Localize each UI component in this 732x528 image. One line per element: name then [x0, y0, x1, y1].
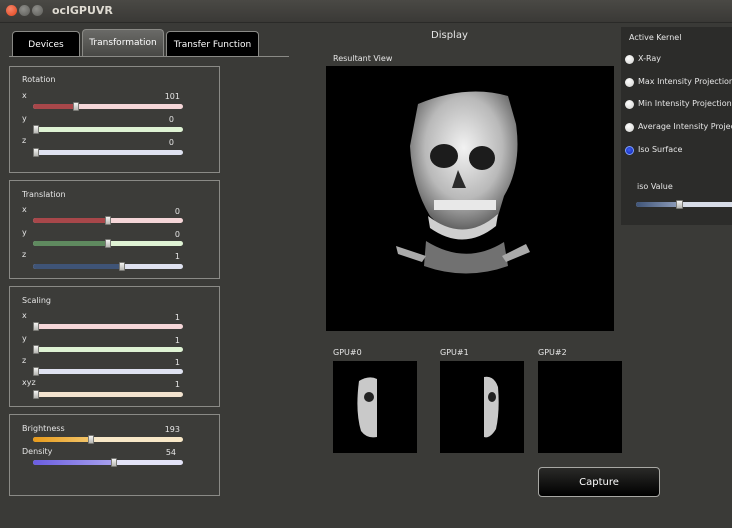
tab-transformation[interactable]: Transformation [82, 29, 164, 56]
translation-z-value: 1 [174, 252, 180, 261]
minimize-window-button[interactable] [19, 5, 30, 16]
scaling-y-value: 1 [174, 336, 180, 345]
maximize-window-button[interactable] [32, 5, 43, 16]
scaling-title: Scaling [22, 296, 51, 305]
rotation-z-value: 0 [168, 138, 174, 147]
rotation-y-label: y [22, 114, 27, 123]
translation-y-label: y [22, 228, 27, 237]
brightness-label: Brightness [22, 424, 65, 433]
radio-xray[interactable] [625, 55, 634, 64]
rotation-y-value: 0 [168, 115, 174, 124]
tab-transfer-function[interactable]: Transfer Function [166, 31, 259, 56]
radio-max-intensity[interactable] [625, 78, 634, 87]
slider-handle[interactable] [88, 435, 94, 444]
slider-handle[interactable] [33, 322, 39, 331]
radio-average-intensity[interactable] [625, 123, 634, 132]
iso-value-label: iso Value [637, 182, 673, 191]
close-window-button[interactable] [6, 5, 17, 16]
slider-handle[interactable] [33, 125, 39, 134]
gpu1-render-image [484, 376, 499, 438]
gpu2-label: GPU#2 [538, 348, 567, 357]
scaling-xyz-label: xyz [22, 378, 36, 387]
option-min-intensity-label[interactable]: Min Intensity Projection [638, 99, 732, 108]
translation-y-slider[interactable] [33, 239, 183, 248]
slider-handle[interactable] [33, 345, 39, 354]
title-bar: oclGPUVR [0, 0, 732, 23]
scaling-y-label: y [22, 334, 27, 343]
density-label: Density [22, 447, 53, 456]
slider-handle[interactable] [105, 216, 111, 225]
iso-value-slider[interactable] [636, 200, 732, 209]
rotation-x-label: x [22, 91, 27, 100]
slider-handle[interactable] [33, 367, 39, 376]
scaling-xyz-value: 1 [174, 380, 180, 389]
active-kernel-panel: Active Kernel X-Ray Max Intensity Projec… [621, 27, 732, 225]
radio-min-intensity[interactable] [625, 100, 634, 109]
rotation-z-label: z [22, 136, 27, 145]
rotation-y-slider[interactable] [33, 125, 183, 134]
active-kernel-title: Active Kernel [629, 33, 682, 42]
rotation-x-slider[interactable] [33, 102, 183, 111]
slider-handle[interactable] [119, 262, 125, 271]
scaling-xyz-slider[interactable] [33, 390, 183, 399]
slider-handle[interactable] [111, 458, 117, 467]
density-slider[interactable] [33, 458, 183, 467]
rotation-z-slider[interactable] [33, 148, 183, 157]
iso-slider-handle[interactable] [676, 200, 683, 209]
display-title: Display [431, 30, 468, 41]
option-xray-label[interactable]: X-Ray [638, 54, 661, 63]
translation-z-label: z [22, 250, 27, 259]
translation-x-value: 0 [174, 207, 180, 216]
translation-y-value: 0 [174, 230, 180, 239]
slider-fill [33, 218, 108, 223]
slider-fill [33, 460, 114, 465]
iso-slider-fill [636, 202, 678, 207]
gpu1-label: GPU#1 [440, 348, 469, 357]
translation-x-label: x [22, 205, 27, 214]
density-value: 54 [165, 448, 176, 457]
scaling-x-slider[interactable] [33, 322, 183, 331]
translation-title: Translation [22, 190, 66, 199]
scaling-z-label: z [22, 356, 27, 365]
resultant-view-label: Resultant View [333, 54, 393, 63]
gpu0-label: GPU#0 [333, 348, 362, 357]
option-average-intensity-label[interactable]: Average Intensity Projectio [638, 122, 732, 131]
slider-fill [33, 104, 75, 109]
skull-render-image [396, 91, 530, 274]
brightness-slider[interactable] [33, 435, 183, 444]
radio-iso-surface[interactable] [625, 146, 634, 155]
translation-z-slider[interactable] [33, 262, 183, 271]
scaling-y-slider[interactable] [33, 345, 183, 354]
option-iso-surface-label[interactable]: Iso Surface [638, 145, 682, 154]
tab-divider [9, 56, 289, 57]
window-title: oclGPUVR [52, 4, 113, 17]
gpu2-view [538, 361, 622, 453]
scaling-z-value: 1 [174, 358, 180, 367]
brightness-value: 193 [164, 425, 180, 434]
tab-devices[interactable]: Devices [12, 31, 80, 56]
rotation-x-value: 101 [164, 92, 180, 101]
slider-fill [33, 264, 123, 269]
gpu0-render-image [357, 377, 377, 438]
slider-handle[interactable] [33, 390, 39, 399]
gpu1-view [440, 361, 524, 453]
slider-handle[interactable] [105, 239, 111, 248]
capture-button[interactable]: Capture [538, 467, 660, 497]
scaling-z-slider[interactable] [33, 367, 183, 376]
gpu0-view [333, 361, 417, 453]
scaling-x-value: 1 [174, 313, 180, 322]
slider-fill [33, 241, 108, 246]
resultant-view[interactable] [326, 66, 614, 331]
translation-x-slider[interactable] [33, 216, 183, 225]
slider-handle[interactable] [33, 148, 39, 157]
rotation-title: Rotation [22, 75, 56, 84]
scaling-x-label: x [22, 311, 27, 320]
slider-fill [33, 437, 90, 442]
option-max-intensity-label[interactable]: Max Intensity Projection [638, 77, 732, 86]
slider-handle[interactable] [73, 102, 79, 111]
